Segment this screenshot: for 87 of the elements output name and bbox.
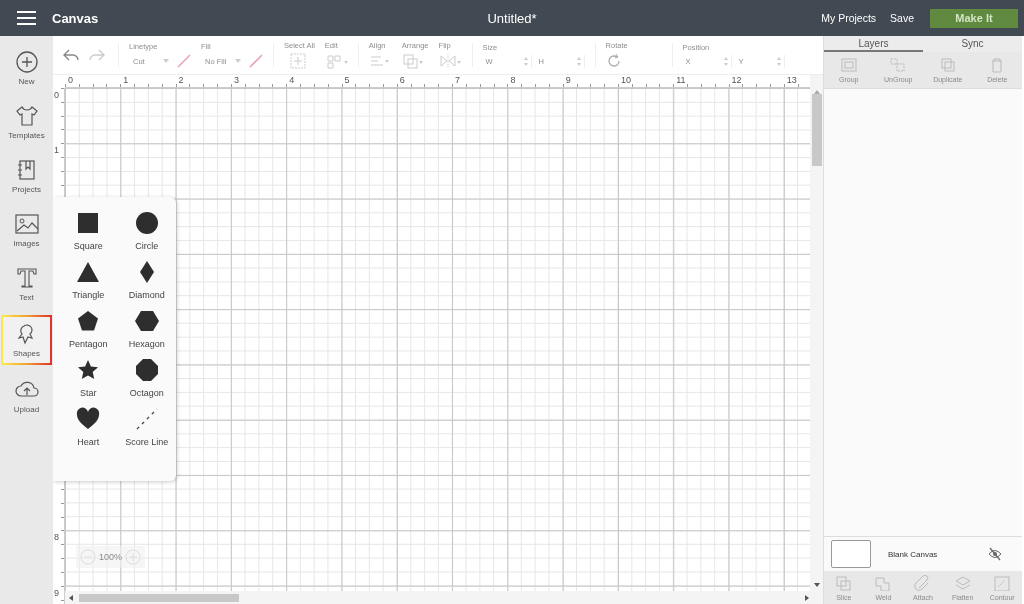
attach-icon [914,574,932,591]
image-icon [14,212,39,236]
weld-icon [874,574,893,591]
ruler-number: 12 [730,75,743,87]
select-all-icon [290,53,306,69]
app-title: Canvas [52,10,99,26]
contour-icon [993,574,1012,591]
spinner-icon [523,56,528,66]
pen-icon [177,54,191,68]
scroll-right-icon [805,594,809,601]
shape-option[interactable]: Triangle [59,260,118,300]
document-title: Untitled* [487,10,537,26]
scroll-down-icon [813,583,820,587]
shape-option[interactable]: Hexagon [117,309,176,349]
hexagon-icon [134,309,159,333]
ruler-number: 1 [54,145,59,156]
header-link[interactable]: My Projects [821,12,877,24]
octagon-icon [134,358,159,382]
ruler-number: 3 [232,75,240,87]
panel-tab[interactable]: Sync [923,36,1022,52]
layer-row[interactable]: Blank Canvas [824,536,1022,571]
sidebar-item[interactable]: Projects [1,153,52,199]
spinner-icon [776,56,781,66]
triangle-icon [76,260,101,284]
canvas-grid[interactable] [65,88,810,591]
shirt-icon [14,104,39,128]
ruler-number: 10 [619,75,632,87]
caret-icon [235,59,241,63]
pen-icon [249,54,263,68]
ruler-number: 9 [54,587,59,598]
shape-option[interactable]: Square [59,211,118,251]
menu-icon [17,11,36,25]
ruler-number: 6 [398,75,406,87]
shape-option[interactable]: Pentagon [59,309,118,349]
scroll-left-icon [69,594,73,601]
star-icon [76,358,101,382]
scrollbar-thumb[interactable] [811,94,822,166]
letter-icon [14,266,39,290]
flip-icon [438,53,462,69]
ruler-number: 9 [564,75,572,87]
plus-icon [14,50,39,74]
shape-option[interactable]: Octagon [117,358,176,398]
ruler-number: 7 [454,75,462,87]
rotate-icon [605,53,620,69]
sidebar-item[interactable]: Shapes [1,315,52,365]
undo-icon [63,48,79,62]
shape-option[interactable]: Circle [117,211,176,251]
ruler-number: 11 [675,75,687,87]
shape-option[interactable]: Score Line [117,407,176,447]
sidebar-item[interactable]: Text [1,261,52,307]
redo-icon [89,48,105,62]
sidebar-item[interactable]: New [1,45,52,91]
ruler-number: 8 [54,532,59,543]
duplicate-icon [938,57,957,73]
group-icon [839,57,858,73]
zoom-level: 100% [99,552,123,562]
sidebar-item[interactable]: Templates [1,99,52,145]
heart-icon [76,407,101,431]
ruler-number: 4 [288,75,296,87]
sidebar-item[interactable]: Images [1,207,52,253]
slice-icon [834,574,853,591]
edit-icon [324,53,348,69]
sidebar-item[interactable]: Upload [1,373,52,419]
ruler-number: 1 [122,75,130,87]
shape-option[interactable]: Heart [59,407,118,447]
layer-thumbnail [831,540,871,568]
flatten-icon [953,574,972,591]
spinner-icon [723,56,728,66]
ruler-number: 0 [67,75,74,87]
align-icon [368,53,392,69]
caret-icon [163,59,169,63]
pentagon-icon [76,309,101,333]
shape-option[interactable]: Diamond [117,260,176,300]
header-link[interactable]: Save [890,12,914,24]
ruler-number: 8 [509,75,517,87]
ruler-number: 0 [54,90,59,100]
ruler-number: 5 [343,75,351,87]
layer-name: Blank Canvas [888,549,938,559]
scrollbar-thumb[interactable] [79,593,239,602]
arrange-icon [401,53,425,69]
ungroup-icon [889,57,908,73]
shape-option[interactable]: Star [59,358,118,398]
circle-icon [134,211,159,235]
ruler-number: 2 [177,75,185,87]
spinner-icon [576,56,581,66]
ruler-number: 13 [785,75,798,87]
square-icon [76,211,101,235]
